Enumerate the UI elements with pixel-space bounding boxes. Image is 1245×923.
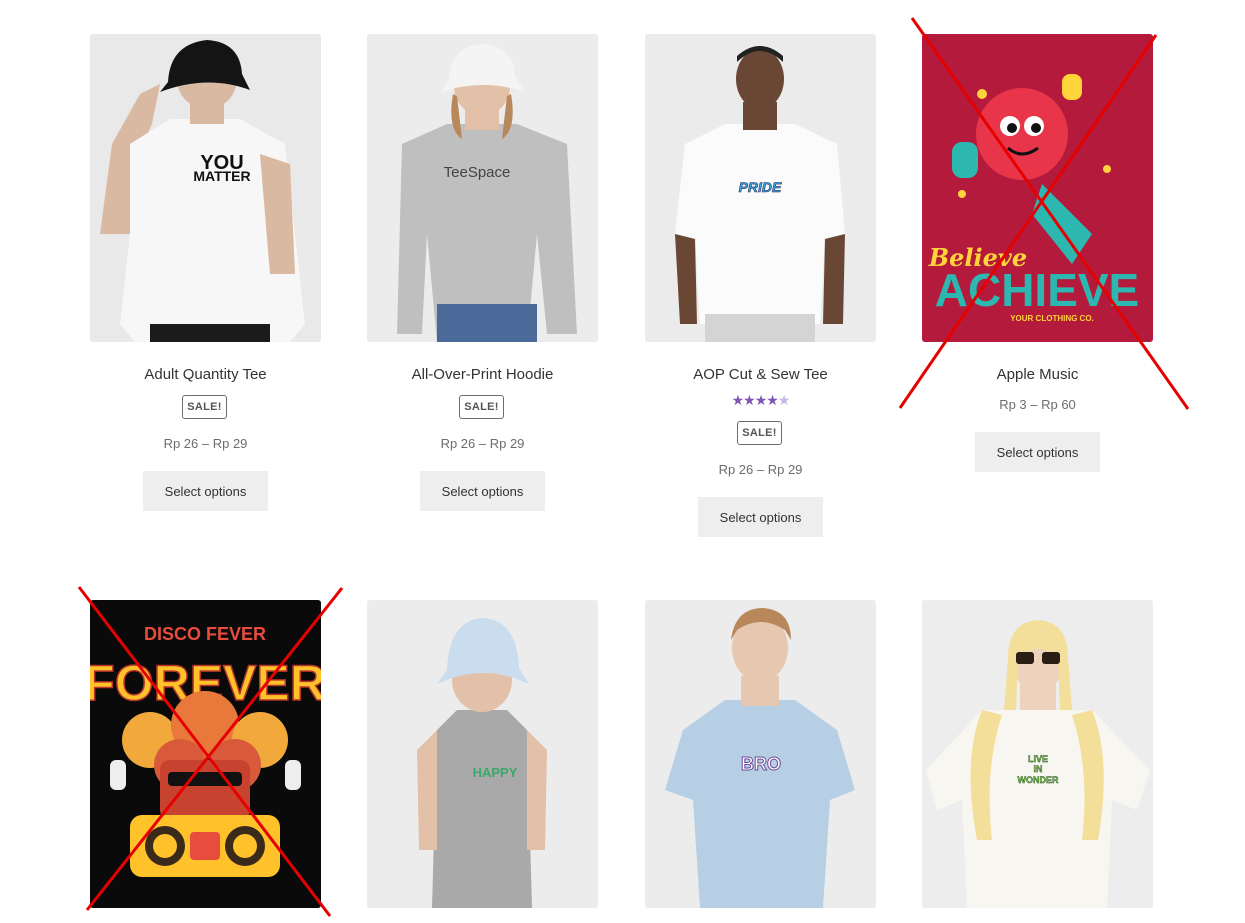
star-rating: ★★★★★ (645, 392, 876, 408)
product-card: HAPPY (367, 600, 598, 908)
product-image[interactable]: Believe ACHIEVE YOUR CLOTHING CO. (922, 34, 1153, 342)
shirt-print: BRO (741, 754, 781, 774)
star-icon: ★ (766, 392, 779, 408)
sale-badge: SALE! (737, 421, 782, 445)
product-title[interactable]: Adult Quantity Tee (70, 366, 341, 383)
shirt-print: HAPPY (473, 765, 518, 780)
star-icon: ★ (754, 392, 768, 408)
product-card: YOU MATTER Adult Quantity Tee SALE! Rp 2… (90, 34, 321, 514)
sale-badge: SALE! (182, 395, 227, 419)
product-card: DISCO FEVER FOREVER (90, 600, 321, 908)
shirt-print-line1: LIVE (1028, 754, 1048, 764)
shirt-print-line2: IN (1034, 764, 1043, 774)
product-title[interactable]: AOP Cut & Sew Tee (625, 366, 896, 383)
graphic-text-line2: ACHIEVE (935, 264, 1139, 316)
star-icon: ★ (731, 392, 745, 408)
product-grid: YOU MATTER Adult Quantity Tee SALE! Rp 2… (0, 0, 1245, 923)
shirt-print-line3: WONDER (1018, 775, 1059, 785)
product-title[interactable]: All-Over-Print Hoodie (347, 366, 618, 383)
product-image[interactable]: TeeSpace (367, 34, 598, 342)
product-price: Rp 26 – Rp 29 (718, 462, 803, 477)
product-image[interactable]: DISCO FEVER FOREVER (90, 600, 321, 908)
product-card: PRIDE AOP Cut & Sew Tee ★★★★★ SALE! Rp 2… (645, 34, 876, 539)
product-card: BRO (645, 600, 876, 908)
product-image[interactable]: BRO (645, 600, 876, 908)
select-options-button[interactable]: Select options (420, 471, 545, 511)
product-price: Rp 26 – Rp 29 (163, 436, 248, 451)
select-options-button[interactable]: Select options (975, 432, 1100, 472)
shirt-print-line2: MATTER (193, 168, 250, 184)
graphic-text-line1: DISCO FEVER (144, 624, 266, 644)
product-card: TeeSpace All-Over-Print Hoodie SALE! Rp … (367, 34, 598, 514)
product-card: Believe ACHIEVE YOUR CLOTHING CO. Apple … (922, 34, 1153, 474)
shirt-print: PRIDE (739, 179, 782, 195)
product-price: Rp 3 – Rp 60 (999, 397, 1076, 412)
product-card: LIVE IN WONDER (922, 600, 1153, 908)
product-title[interactable]: Apple Music (902, 366, 1173, 383)
graphic-text-line3: YOUR CLOTHING CO. (1010, 314, 1094, 323)
star-half-icon: ★ (777, 392, 791, 408)
product-image[interactable]: HAPPY (367, 600, 598, 908)
shirt-print: TeeSpace (444, 164, 511, 181)
product-image[interactable]: PRIDE (645, 34, 876, 342)
product-image[interactable]: YOU MATTER (90, 34, 321, 342)
product-image[interactable]: LIVE IN WONDER (922, 600, 1153, 908)
select-options-button[interactable]: Select options (143, 471, 268, 511)
star-icon: ★ (743, 392, 756, 408)
product-price: Rp 26 – Rp 29 (440, 436, 525, 451)
sale-badge: SALE! (459, 395, 504, 419)
select-options-button[interactable]: Select options (698, 497, 823, 537)
